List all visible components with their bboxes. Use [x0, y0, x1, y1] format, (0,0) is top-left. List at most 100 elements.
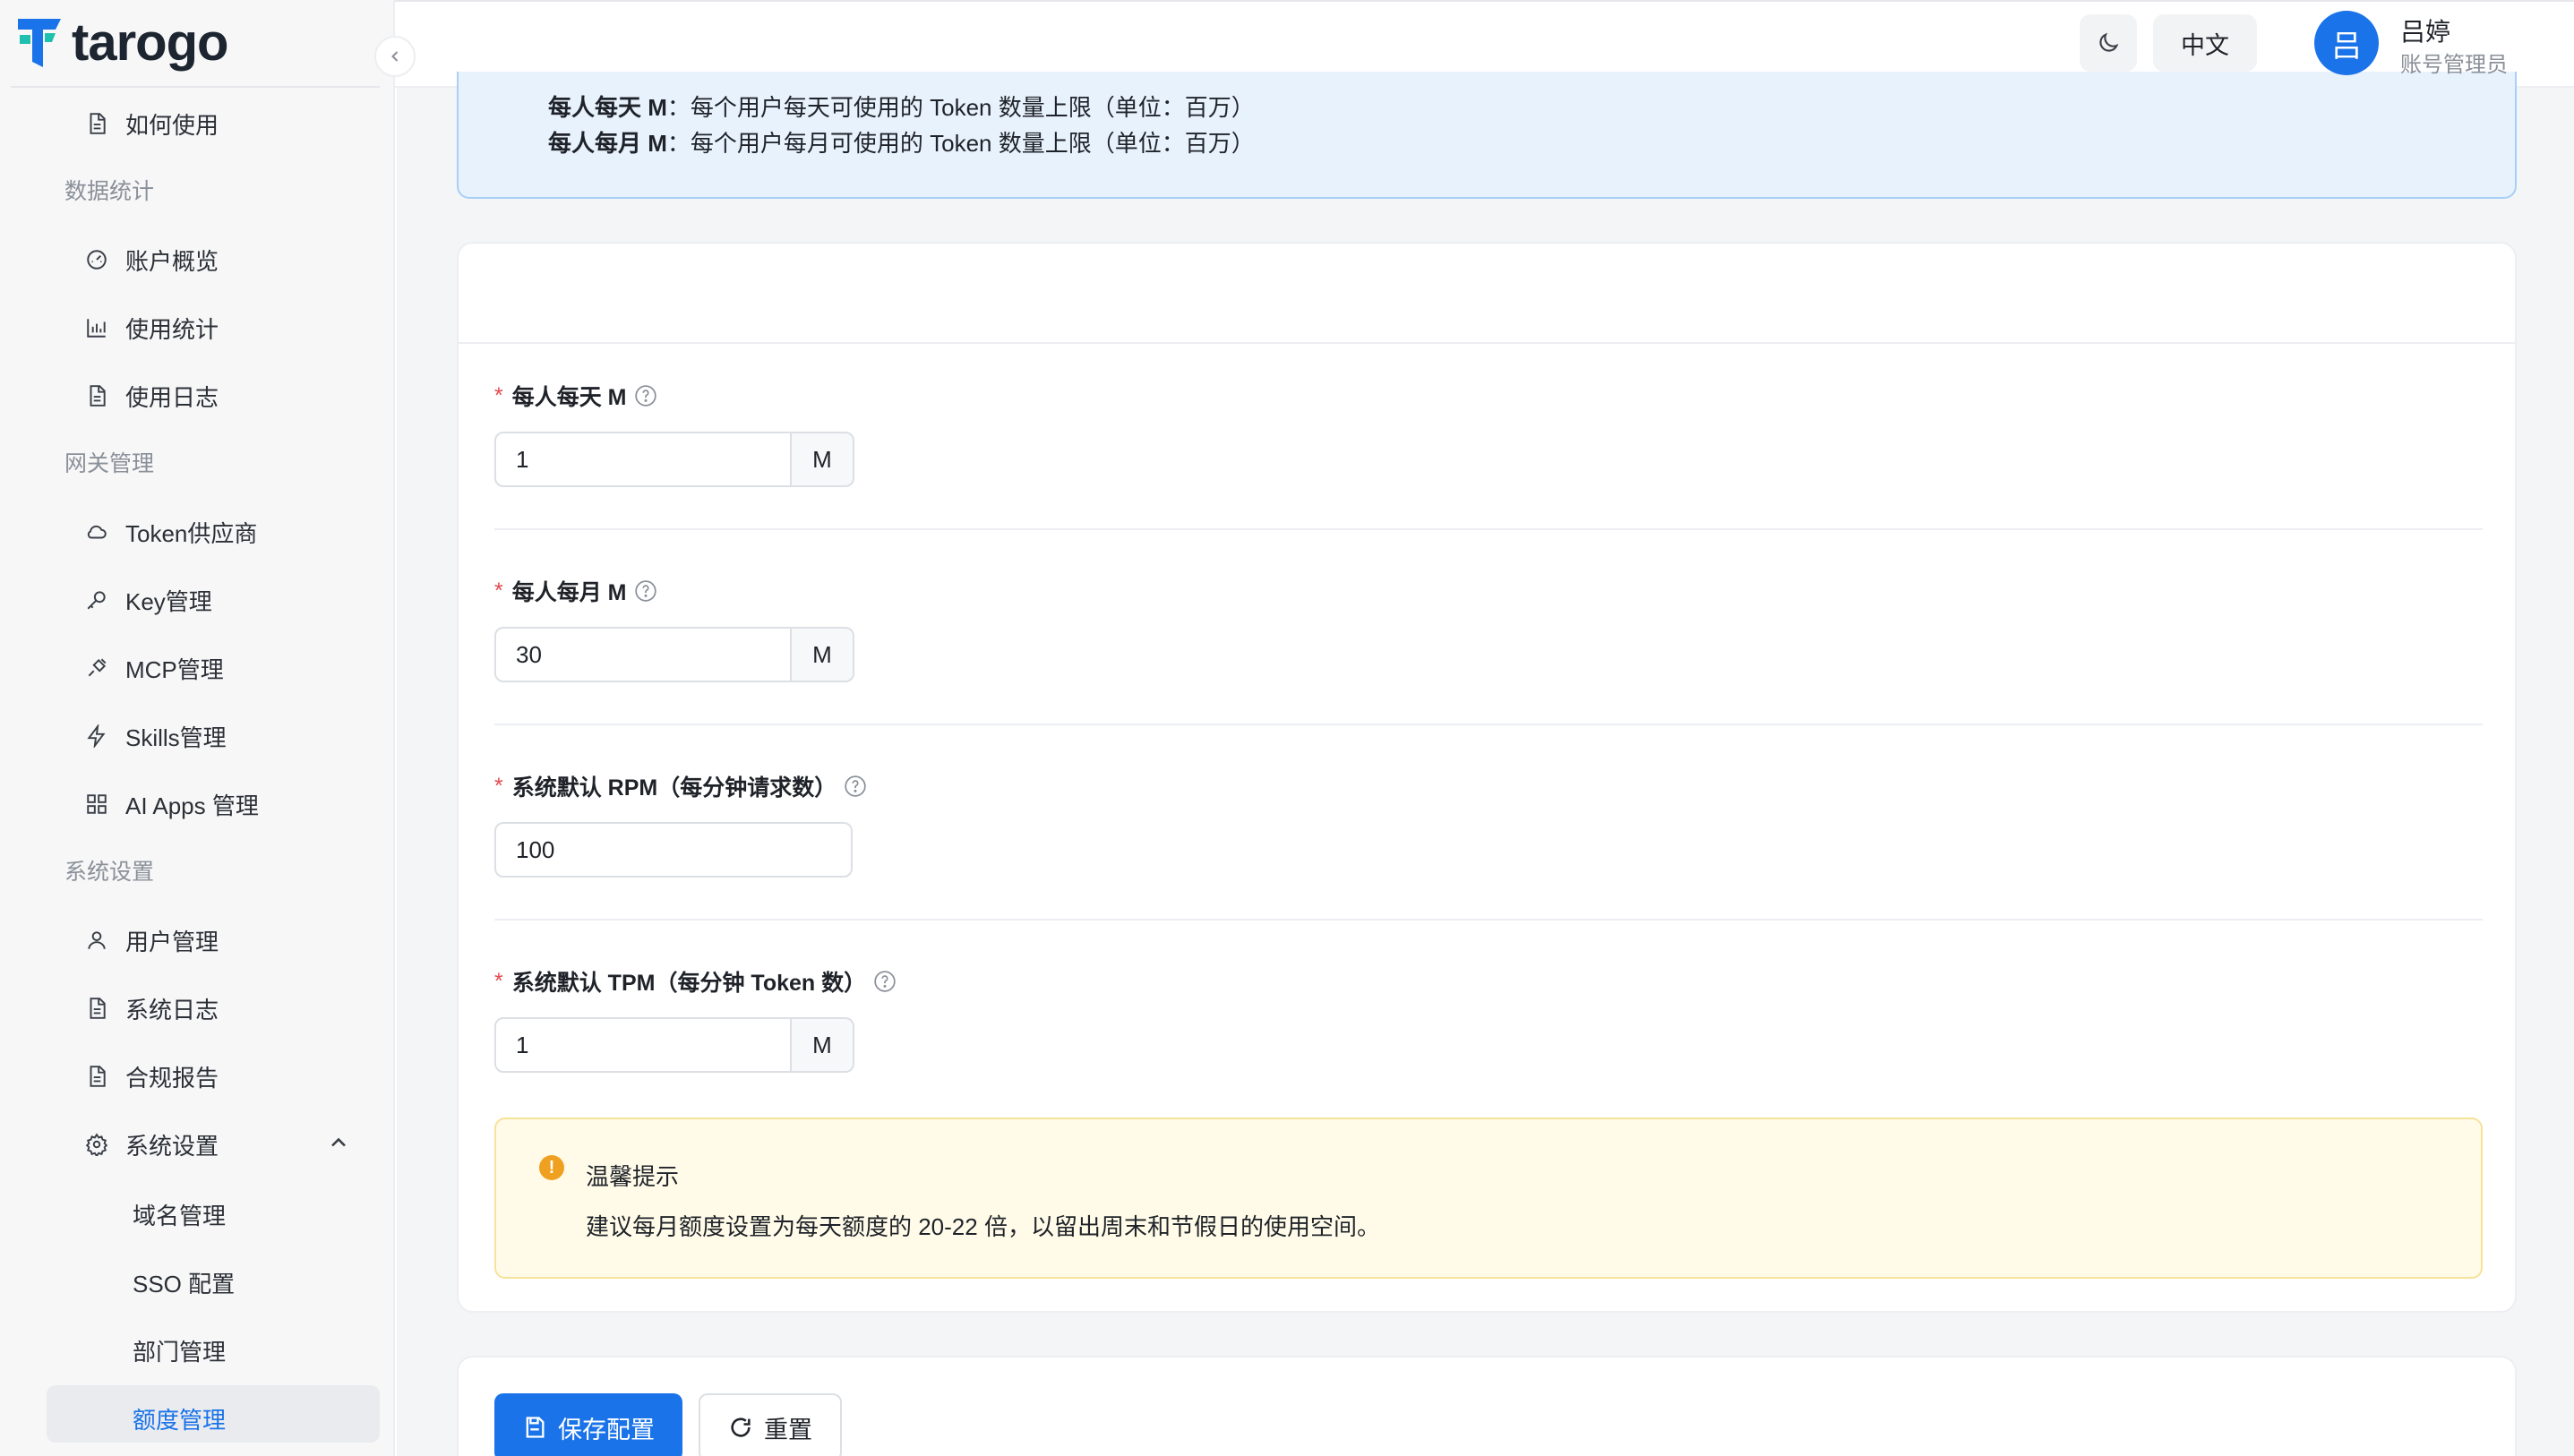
sidebar-section-title: 网关管理 — [64, 451, 155, 476]
user-role: 账号管理员 — [2400, 53, 2508, 77]
collapse-sidebar-button[interactable] — [374, 36, 416, 77]
cloud-icon — [82, 518, 111, 546]
field-label-text: 系统默认 RPM（每分钟请求数） — [511, 775, 837, 801]
daily-quota-input[interactable]: 1 — [494, 432, 792, 487]
sidebar-item-ai-apps[interactable]: AI Apps 管理 — [47, 777, 259, 831]
required-mark: * — [494, 773, 503, 799]
sidebar-item-system-settings[interactable]: 系统设置 — [47, 1118, 219, 1171]
rpm-input[interactable]: 100 — [494, 822, 853, 878]
card-header-divider — [459, 342, 2515, 344]
app-logo[interactable]: tarogo — [16, 13, 228, 72]
field-label-text: 系统默认 TPM（每分钟 Token 数） — [511, 971, 867, 996]
info-term: 每人每月 M — [548, 130, 667, 157]
field-label: * 每人每月 M — [494, 575, 657, 607]
key-icon — [82, 586, 111, 614]
sidebar-item-usage-stats[interactable]: 使用统计 — [47, 301, 219, 355]
sidebar-item-label: MCP管理 — [125, 655, 224, 683]
sidebar-subitem-department[interactable]: 部门管理 — [133, 1325, 226, 1379]
warning-icon: ! — [539, 1155, 564, 1180]
sidebar: tarogo 如何使用 数据统计 账户概览 使用统计 使用日志 网关管理 Tok… — [0, 0, 395, 1456]
sidebar-item-label: 使用统计 — [125, 315, 219, 343]
sidebar-item-mcp-management[interactable]: MCP管理 — [47, 641, 224, 695]
unit-addon: M — [792, 432, 854, 487]
sidebar-item-label: 系统日志 — [125, 996, 219, 1023]
chevron-left-icon — [391, 51, 399, 62]
tip-text: 建议每月额度设置为每天额度的 20-22 倍，以留出周末和节假日的使用空间。 — [586, 1213, 1380, 1240]
info-term: 每人每天 M — [548, 94, 667, 121]
dashboard-icon — [82, 245, 111, 274]
sidebar-subitem-quota[interactable]: 额度管理 — [133, 1393, 226, 1447]
chevron-up-icon[interactable] — [326, 1130, 351, 1155]
sidebar-item-user-management[interactable]: 用户管理 — [47, 913, 219, 967]
sidebar-item-how-to-use[interactable]: 如何使用 — [47, 97, 219, 150]
daily-quota-input-group: 1 M — [494, 432, 854, 487]
required-mark: * — [494, 968, 503, 994]
tpm-input-group: 1 M — [494, 1017, 854, 1073]
reload-icon — [731, 1417, 751, 1437]
avatar[interactable]: 吕 — [2314, 11, 2379, 75]
info-desc: ：每个用户每月可使用的 Token 数量上限（单位：百万） — [666, 130, 1255, 157]
sidebar-item-label: Token供应商 — [125, 519, 258, 547]
field-label: * 每人每天 M — [494, 380, 657, 412]
sidebar-section-title: 系统设置 — [64, 860, 155, 885]
app-name: tarogo — [72, 13, 228, 72]
user-icon — [82, 926, 111, 955]
tip-alert: ! 温馨提示 建议每月额度设置为每天额度的 20-22 倍，以留出周末和节假日的… — [494, 1118, 2483, 1279]
unit-addon: M — [792, 1017, 854, 1073]
sidebar-item-account-overview[interactable]: 账户概览 — [47, 233, 219, 287]
rpm-input-group: 100 — [494, 822, 853, 878]
field-label: * 系统默认 TPM（每分钟 Token 数） — [494, 965, 897, 998]
divider — [494, 528, 2483, 530]
reset-label: 重置 — [764, 1416, 812, 1443]
sidebar-item-label: 合规报告 — [125, 1064, 219, 1092]
doc-icon — [82, 381, 111, 410]
divider — [494, 919, 2483, 921]
sidebar-item-compliance-report[interactable]: 合规报告 — [47, 1049, 219, 1103]
user-name[interactable]: 吕婷 — [2400, 13, 2450, 48]
sidebar-item-label: 如何使用 — [125, 111, 219, 139]
sidebar-item-label: AI Apps 管理 — [125, 792, 259, 819]
sidebar-item-usage-logs[interactable]: 使用日志 — [47, 369, 219, 423]
theme-toggle-button[interactable] — [2080, 14, 2137, 72]
help-icon[interactable] — [873, 970, 897, 993]
monthly-quota-input-group: 30 M — [494, 627, 854, 682]
moon-icon — [2099, 32, 2119, 52]
help-icon[interactable] — [634, 579, 657, 603]
required-mark: * — [494, 382, 503, 408]
save-label: 保存配置 — [558, 1416, 655, 1443]
language-button[interactable]: 中文 — [2153, 14, 2257, 72]
divider — [11, 86, 380, 88]
sidebar-item-label: Skills管理 — [125, 724, 227, 751]
help-icon[interactable] — [634, 384, 657, 407]
monthly-quota-input[interactable]: 30 — [494, 627, 792, 682]
field-label: * 系统默认 RPM（每分钟请求数） — [494, 770, 867, 802]
logo-icon — [18, 19, 61, 67]
doc-icon — [82, 1062, 111, 1091]
bolt-icon — [82, 722, 111, 750]
sidebar-subitem-sso[interactable]: SSO 配置 — [133, 1257, 235, 1311]
sidebar-item-key-management[interactable]: Key管理 — [47, 573, 212, 627]
reset-button[interactable]: 重置 — [699, 1393, 842, 1456]
save-button[interactable]: 保存配置 — [494, 1393, 682, 1456]
plug-icon — [82, 654, 111, 682]
sidebar-item-label: 使用日志 — [125, 383, 219, 411]
save-icon — [526, 1417, 545, 1438]
sidebar-item-skills-management[interactable]: Skills管理 — [47, 709, 227, 763]
sidebar-section-title: 数据统计 — [64, 179, 155, 204]
info-line: 每人每月 M：每个用户每月可使用的 Token 数量上限（单位：百万） — [548, 125, 1255, 158]
doc-icon — [82, 994, 111, 1023]
quota-form-card: * 每人每天 M 1 M * 每人每月 M 30 M * 系统默认 RPM（每分… — [457, 242, 2517, 1313]
divider — [494, 724, 2483, 725]
tpm-input[interactable]: 1 — [494, 1017, 792, 1073]
info-box: 每人每天 M：每个用户每天可使用的 Token 数量上限（单位：百万） 每人每月… — [457, 72, 2517, 199]
info-line: 每人每天 M：每个用户每天可使用的 Token 数量上限（单位：百万） — [548, 90, 1255, 123]
sidebar-subitem-domain[interactable]: 域名管理 — [133, 1189, 226, 1243]
doc-icon — [82, 109, 111, 138]
help-icon[interactable] — [844, 775, 867, 798]
sidebar-item-system-logs[interactable]: 系统日志 — [47, 981, 219, 1035]
sidebar-item-token-provider[interactable]: Token供应商 — [47, 505, 257, 559]
grid-icon — [82, 790, 111, 818]
actions-card: 保存配置 重置 — [457, 1356, 2517, 1456]
tip-title: 温馨提示 — [586, 1163, 680, 1190]
unit-addon: M — [792, 627, 854, 682]
